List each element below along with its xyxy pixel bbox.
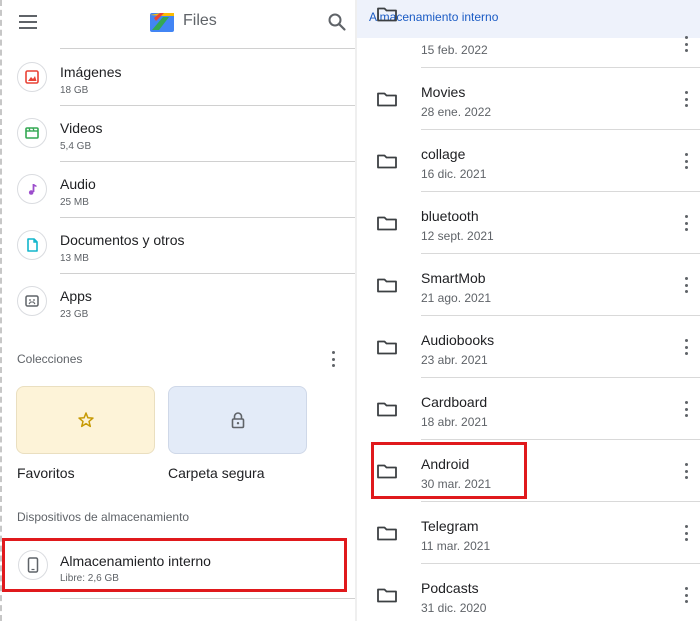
image-icon <box>17 62 47 92</box>
category-label: Imágenes <box>60 64 122 80</box>
music-note-icon <box>17 174 47 204</box>
folder-name: bluetooth <box>421 208 479 224</box>
category-videos[interactable]: Videos 5,4 GB <box>2 106 358 162</box>
folder-date: 28 ene. 2022 <box>421 105 492 119</box>
folder-date: 16 dic. 2021 <box>421 167 487 181</box>
folder-icon <box>377 402 397 417</box>
more-options-icon[interactable] <box>683 215 689 231</box>
folder-icon <box>377 526 397 541</box>
category-label: Audio <box>60 176 96 192</box>
folder-date: 15 feb. 2022 <box>421 43 488 57</box>
top-app-bar: Files <box>2 0 358 49</box>
folder-row-bluetooth[interactable]: bluetooth 12 sept. 2021 <box>357 192 700 254</box>
app-title: Files <box>183 12 217 29</box>
search-icon[interactable] <box>327 12 347 32</box>
header-divider <box>60 48 358 49</box>
folder-name: collage <box>421 146 466 162</box>
document-icon <box>17 230 47 260</box>
folder-date: 21 ago. 2021 <box>421 291 492 305</box>
category-size: 25 MB <box>60 197 89 208</box>
hamburger-menu-icon[interactable] <box>19 15 37 29</box>
folder-icon <box>377 92 397 107</box>
folder-name: SmartMob <box>421 270 486 286</box>
folder-icon <box>377 278 397 293</box>
folder-row-telegram[interactable]: Telegram 11 mar. 2021 <box>357 502 700 564</box>
safe-folder-label: Carpeta segura <box>168 465 265 481</box>
folder-name: Telegram <box>421 518 479 534</box>
internal-storage-item[interactable]: Almacenamiento interno Libre: 2,6 GB <box>2 538 347 592</box>
star-icon <box>77 412 94 428</box>
more-options-icon[interactable] <box>683 153 689 169</box>
files-logo-icon <box>150 13 174 32</box>
folder-icon <box>377 7 397 22</box>
category-documents[interactable]: Documentos y otros 13 MB <box>2 218 358 274</box>
folder-icon <box>377 216 397 231</box>
files-home-panel: Files Imágenes 18 GB Videos 5,4 GB Audio… <box>0 0 358 621</box>
android-folder-highlight <box>371 442 527 499</box>
row-divider <box>60 598 358 599</box>
lock-icon <box>231 412 244 429</box>
more-options-icon[interactable] <box>683 401 689 417</box>
folder-row-movies[interactable]: Movies 28 ene. 2022 <box>357 68 700 130</box>
category-audio[interactable]: Audio 25 MB <box>2 162 358 218</box>
folder-name: Audiobooks <box>421 332 495 348</box>
favorites-card[interactable] <box>16 386 155 454</box>
folder-row-cardboard[interactable]: Cardboard 18 abr. 2021 <box>357 378 700 440</box>
storage-title: Almacenamiento interno <box>60 553 211 569</box>
folder-row-audiobooks[interactable]: Audiobooks 23 abr. 2021 <box>357 316 700 378</box>
category-size: 5,4 GB <box>60 141 92 152</box>
more-options-icon[interactable] <box>683 91 689 107</box>
category-size: 13 MB <box>60 253 89 264</box>
phone-icon <box>18 550 48 580</box>
favorites-label: Favoritos <box>17 465 75 481</box>
folder-row-partial[interactable]: 15 feb. 2022 <box>357 6 700 68</box>
folder-date: 23 abr. 2021 <box>421 353 488 367</box>
more-options-icon[interactable] <box>683 339 689 355</box>
collections-more-icon[interactable] <box>330 351 336 367</box>
collections-heading: Colecciones <box>17 352 83 366</box>
category-label: Apps <box>60 288 92 304</box>
storage-devices-heading: Dispositivos de almacenamiento <box>17 510 190 524</box>
more-options-icon[interactable] <box>683 36 689 52</box>
folder-date: 12 sept. 2021 <box>421 229 494 243</box>
folder-date: 11 mar. 2021 <box>421 539 491 553</box>
folder-row-smartmob[interactable]: SmartMob 21 ago. 2021 <box>357 254 700 316</box>
folder-date: 18 abr. 2021 <box>421 415 488 429</box>
category-label: Videos <box>60 120 103 136</box>
storage-free-space: Libre: 2,6 GB <box>60 573 119 584</box>
folder-icon <box>377 340 397 355</box>
folder-name: Podcasts <box>421 580 479 596</box>
more-options-icon[interactable] <box>683 587 689 603</box>
more-options-icon[interactable] <box>683 463 689 479</box>
internal-storage-browser: Almacenamiento interno 15 feb. 2022 Movi… <box>357 0 700 621</box>
folder-name: Movies <box>421 84 466 100</box>
category-images[interactable]: Imágenes 18 GB <box>2 50 358 106</box>
folder-icon <box>377 588 397 603</box>
category-size: 18 GB <box>60 85 89 96</box>
category-label: Documentos y otros <box>60 232 185 248</box>
more-options-icon[interactable] <box>683 277 689 293</box>
folder-row-podcasts[interactable]: Podcasts 31 dic. 2020 <box>357 564 700 621</box>
safe-folder-card[interactable] <box>168 386 307 454</box>
category-apps[interactable]: Apps 23 GB <box>2 274 358 330</box>
more-options-icon[interactable] <box>683 525 689 541</box>
apps-icon <box>17 286 47 316</box>
category-size: 23 GB <box>60 309 89 320</box>
folder-name: Cardboard <box>421 394 488 410</box>
folder-row-collage[interactable]: collage 16 dic. 2021 <box>357 130 700 192</box>
folder-icon <box>377 154 397 169</box>
video-icon <box>17 118 47 148</box>
folder-date: 31 dic. 2020 <box>421 601 487 615</box>
